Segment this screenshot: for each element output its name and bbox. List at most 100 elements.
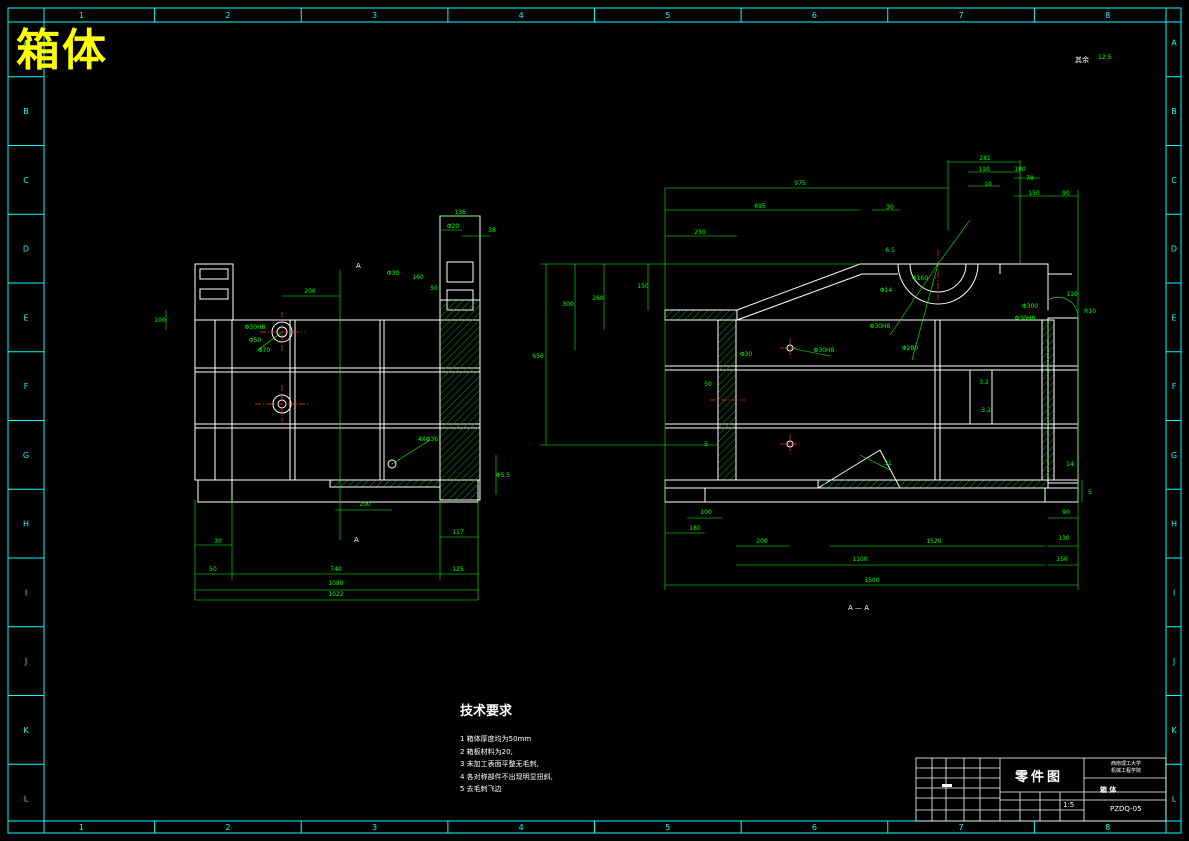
right-view-hatch-top <box>664 309 738 321</box>
dim-6-5: 6.5 <box>885 247 895 254</box>
tech-requirement-item: 3 未加工表面平整无毛刺, <box>460 760 539 768</box>
dim-50-bottom: 50 <box>209 566 217 573</box>
dim-31: 31 <box>884 460 892 467</box>
grid-row-label: K <box>1171 726 1177 735</box>
tech-requirement-item: 5 去毛刺飞边 <box>460 785 502 793</box>
grid-row-label: I <box>1173 588 1175 597</box>
title-block-school-line: 机械工程学院 <box>1110 768 1141 774</box>
title-block-part-name: 箱 体 <box>1100 786 1117 794</box>
title-block-school: 西南理工大学 机械工程学院 <box>1089 761 1163 775</box>
dim-650: 650 <box>532 353 544 360</box>
dim-110: 110 <box>978 166 990 173</box>
grid-column-label: 8 <box>1105 823 1110 832</box>
grid-row-label: C <box>23 176 29 185</box>
dim-136: 136 <box>454 209 466 216</box>
grid-row-label: B <box>1171 107 1177 116</box>
roughness-label: 其余 <box>1075 56 1089 64</box>
grid-column-label: 3 <box>372 823 377 832</box>
dim-phi30: Φ30 <box>740 351 753 358</box>
title-block-code: PZDQ-05 <box>1110 805 1142 813</box>
grid-column-label: 5 <box>665 823 670 832</box>
dim-3-2-b: 3.2 <box>981 407 991 414</box>
grid-column-label: 5 <box>665 11 670 20</box>
grid-row-label: F <box>24 382 29 391</box>
grid-row-label: J <box>24 657 27 666</box>
grid-column-label: 2 <box>225 11 230 20</box>
dim-200-top: 200 <box>304 288 316 295</box>
right-view-dimension-lines <box>540 160 1083 590</box>
dim-100: 100 <box>154 317 166 324</box>
dim-125: 125 <box>452 566 464 573</box>
dim-180: 180 <box>1014 166 1026 173</box>
grid-row-label: G <box>1171 451 1177 460</box>
tech-requirement-item: 1 箱体厚度均为50mm <box>460 735 532 743</box>
cut-mark-top: A <box>356 262 361 270</box>
dim-phi30h8-b: Φ30H8 <box>814 347 835 354</box>
dim-14: 14 <box>1066 461 1074 468</box>
dim-110-r: 110 <box>1066 291 1078 298</box>
dim-90-b: 90 <box>1062 509 1070 516</box>
grid-row-label: C <box>1171 176 1177 185</box>
dim-phi70: Φ70 <box>258 347 271 354</box>
grid-row-label: J <box>1172 657 1175 666</box>
dim-150-b: 150 <box>1056 556 1068 563</box>
dim-phi50: Φ50 <box>249 337 262 344</box>
dim-150-v: 150 <box>637 283 649 290</box>
grid-row-label: A <box>1171 38 1177 47</box>
dim-phi30h8: Φ30H8 <box>245 324 266 331</box>
dim-30: 30 <box>214 538 222 545</box>
grid-column-label: 4 <box>519 823 524 832</box>
dim-740: 740 <box>330 566 342 573</box>
dim-phi280: Φ280 <box>902 345 918 352</box>
sheet-border <box>7 7 1182 834</box>
tech-requirements-heading: 技术要求 <box>460 704 513 719</box>
dim-4xphi36: 4XΦ36 <box>418 436 438 443</box>
dim-300: 300 <box>562 301 574 308</box>
title-block-marker <box>942 784 952 787</box>
grid-row-label: D <box>1171 245 1177 254</box>
grid-row-label: E <box>1171 313 1176 322</box>
tech-requirement-item: 4 各对称部件不出现明显扭斜, <box>460 772 553 781</box>
dim-30: 30 <box>886 204 894 211</box>
grid-labels: 1122334455667788A AB BC CD DE EF FG GH HI IJ JK KL L <box>23 11 1177 832</box>
dim-100: 100 <box>700 509 712 516</box>
dim-r10: R10 <box>1084 308 1096 315</box>
right-view-hatch-base <box>817 479 1049 489</box>
dim-phi160: Φ160 <box>912 275 928 282</box>
grid-column-label: 7 <box>959 823 964 832</box>
dim-130: 130 <box>1058 535 1070 542</box>
dim-phi30: Φ30 <box>387 270 400 277</box>
grid-column-label: 2 <box>225 823 230 832</box>
dim-1500: 1500 <box>864 577 879 584</box>
left-view-hatch-wall <box>439 299 481 501</box>
grid-row-label: B <box>23 107 29 116</box>
title-block-part-label: 零件图 <box>1015 770 1064 785</box>
left-view <box>194 215 481 503</box>
dim-phi300: Φ300 <box>1022 303 1038 310</box>
dim-180-b: 180 <box>689 525 701 532</box>
grid-column-label: 7 <box>959 11 964 20</box>
dim-117: 117 <box>452 529 464 536</box>
dim-160: 160 <box>412 274 424 281</box>
roughness-value: 12.5 <box>1098 54 1112 61</box>
grid-row-label: L <box>1172 795 1177 804</box>
dim-1520: 1520 <box>926 538 941 545</box>
dim-50: 50 <box>430 285 438 292</box>
dim-150: 150 <box>1028 190 1040 197</box>
grid-row-label: G <box>23 451 29 460</box>
dim-1080: 1080 <box>328 580 343 587</box>
dim-78: 78 <box>1026 175 1034 182</box>
grid-column-label: 3 <box>372 11 377 20</box>
section-label: A — A <box>848 604 870 612</box>
dim-200: 200 <box>756 538 768 545</box>
grid-row-label: H <box>1171 520 1177 529</box>
dim-281: 281 <box>979 155 991 162</box>
dim-975: 975 <box>794 180 806 187</box>
dim-1022: 1022 <box>328 591 343 598</box>
grid-row-label: F <box>1172 382 1177 391</box>
dim-phi30h8-a: Φ30H8 <box>870 323 891 330</box>
dim-phi5-5: Φ5.5 <box>496 472 510 479</box>
grid-column-label: 6 <box>812 823 817 832</box>
grid-row-label: H <box>23 520 29 529</box>
drawing-title: 箱体 <box>16 25 108 76</box>
